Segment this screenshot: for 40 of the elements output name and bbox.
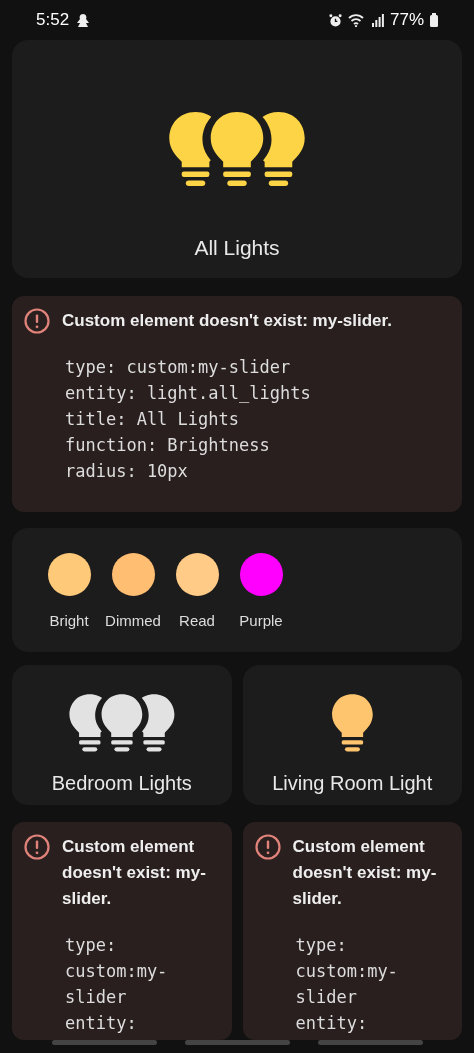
config-line: slider xyxy=(295,986,358,1009)
scene-button[interactable]: Bright xyxy=(42,553,96,633)
light-tile[interactable]: Living Room Light xyxy=(242,665,462,805)
error-message: Custom element doesn't exist: my-slider. xyxy=(62,836,207,910)
config-line: custom:my- xyxy=(295,960,399,983)
config-line: radius: 10px xyxy=(65,460,189,483)
alarm-icon xyxy=(328,13,342,27)
scene-button[interactable]: Dimmed xyxy=(106,553,160,633)
error-icon xyxy=(24,308,50,334)
card-title: All Lights xyxy=(194,235,280,261)
scene-label: Read xyxy=(179,611,215,631)
all-lights-card[interactable]: All Lights xyxy=(12,40,462,278)
scene-button[interactable]: Read xyxy=(170,553,224,633)
battery-percent: 77% xyxy=(389,9,424,32)
config-line: type: custom:my-slider xyxy=(65,356,292,379)
error-message: Custom element doesn't exist: my-slider. xyxy=(292,836,438,910)
error-icon xyxy=(24,834,50,860)
config-line: type: xyxy=(295,934,348,957)
config-line: entity: xyxy=(65,1012,138,1035)
error-message: Custom element doesn't exist: my-slider. xyxy=(62,310,392,332)
config-line: title: All Lights xyxy=(65,408,240,431)
scene-label: Purple xyxy=(239,611,283,631)
tile-title: Living Room Light xyxy=(272,771,433,796)
error-icon xyxy=(254,834,281,860)
config-line: slider xyxy=(65,986,128,1009)
scene-label: Bright xyxy=(49,611,89,631)
config-line: type: xyxy=(65,934,118,957)
config-line: custom:my- xyxy=(65,960,169,983)
config-line: entity: xyxy=(295,1012,369,1035)
ghost-icon xyxy=(77,13,90,27)
wifi-icon xyxy=(347,13,366,27)
light-tile[interactable]: Bedroom Lights xyxy=(12,665,232,805)
config-line: entity: light.all_lights xyxy=(65,382,312,405)
battery-icon xyxy=(430,13,438,27)
status-time: 5:52 xyxy=(36,9,70,32)
tile-title: Bedroom Lights xyxy=(51,771,192,796)
scene-label: Dimmed xyxy=(105,611,161,631)
scene-button[interactable]: Purple xyxy=(234,553,288,633)
config-line: function: Brightness xyxy=(65,434,271,457)
signal-icon xyxy=(371,13,384,27)
